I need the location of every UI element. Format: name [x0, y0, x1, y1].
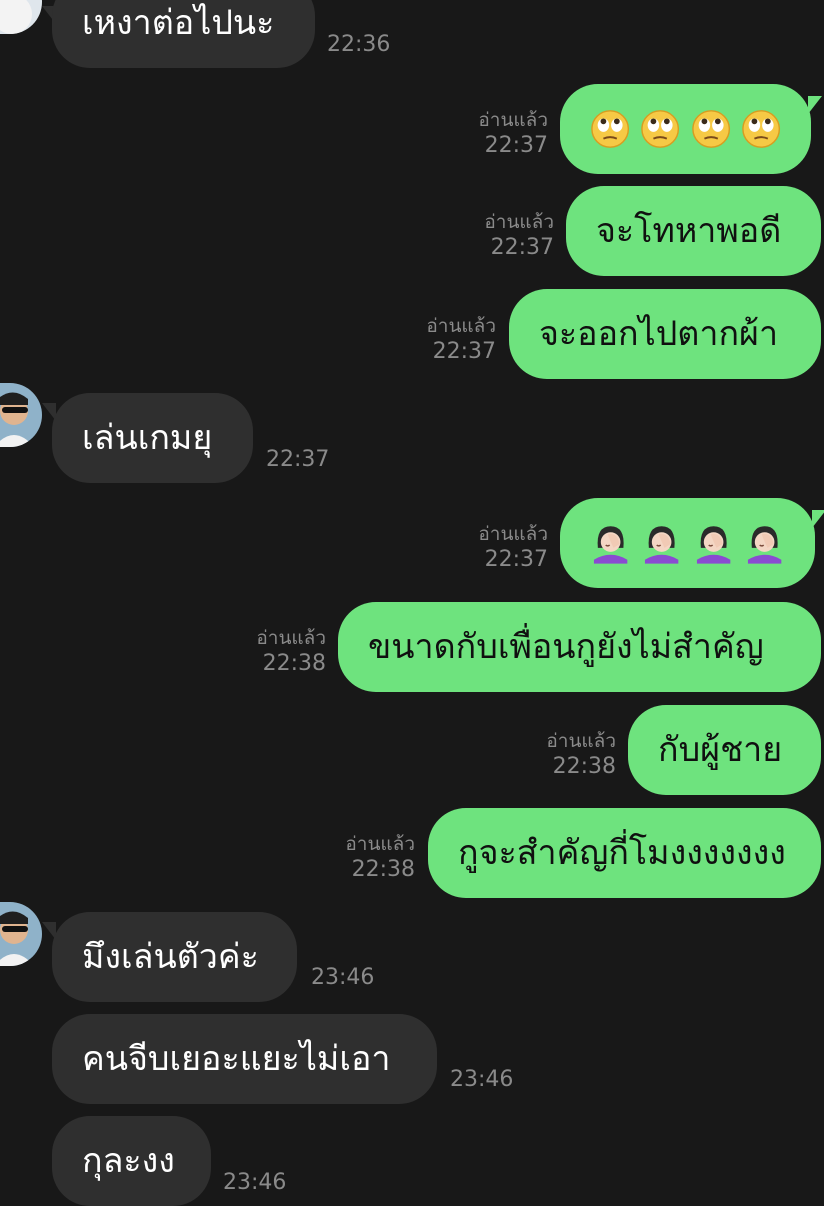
incoming-message-bubble[interactable]: เล่นเกมยุ: [52, 393, 253, 483]
message-meta: อ่านแล้ว 22:38: [496, 729, 616, 781]
message-time: 22:37: [490, 235, 554, 260]
face-with-rolling-eyes-icon: [691, 110, 730, 148]
emoji-group: [590, 84, 781, 174]
face-with-rolling-eyes-icon: [741, 110, 780, 148]
message-text: กูจะสำคัญกี่โมงงงงงงง: [458, 833, 786, 873]
woman-facepalming-icon: [696, 526, 730, 564]
incoming-message-bubble[interactable]: คนจีบเยอะแยะไม่เอา: [52, 1014, 437, 1104]
outgoing-emoji-bubble[interactable]: [560, 498, 815, 588]
message-meta: อ่านแล้ว 22:37: [428, 108, 548, 160]
message-text: กับผู้ชาย: [658, 730, 783, 770]
incoming-message-bubble[interactable]: กุละงง: [52, 1116, 211, 1206]
woman-facepalming-icon: [645, 526, 679, 564]
read-receipt: อ่านแล้ว: [256, 627, 326, 649]
message-time: 22:37: [484, 133, 548, 158]
read-receipt: อ่านแล้ว: [345, 833, 415, 855]
incoming-message-bubble[interactable]: มึงเล่นตัวค่ะ: [52, 912, 297, 1002]
message-meta: อ่านแล้ว 22:37: [376, 314, 496, 366]
message-text: เหงาต่อไปนะ: [82, 3, 275, 43]
message-time: 22:37: [484, 547, 548, 572]
outgoing-message-bubble[interactable]: จะโทหาพอดี: [566, 186, 821, 276]
read-receipt: อ่านแล้ว: [546, 730, 616, 752]
message-meta: อ่านแล้ว 22:38: [295, 832, 415, 884]
message-time: 22:36: [327, 32, 391, 57]
outgoing-message-bubble[interactable]: กับผู้ชาย: [628, 705, 821, 795]
face-with-rolling-eyes-icon: [591, 110, 630, 148]
message-time: 22:37: [266, 447, 330, 472]
bubble-tail: [812, 510, 824, 528]
message-text: จะออกไปตากผ้า: [539, 314, 779, 354]
message-time: 23:46: [311, 965, 375, 990]
contact-avatar[interactable]: [0, 902, 42, 966]
message-time: 23:46: [223, 1170, 287, 1195]
message-text: กุละงง: [82, 1141, 175, 1181]
message-time: 22:38: [552, 754, 616, 779]
contact-avatar[interactable]: [0, 0, 42, 34]
read-receipt: อ่านแล้ว: [478, 523, 548, 545]
outgoing-emoji-bubble[interactable]: [560, 84, 811, 174]
message-time: 23:46: [450, 1067, 514, 1092]
message-text: ขนาดกับเพื่อนกูยังไม่สำคัญ: [368, 627, 764, 667]
message-time: 22:37: [432, 339, 496, 364]
face-with-rolling-eyes-icon: [641, 110, 680, 148]
message-text: คนจีบเยอะแยะไม่เอา: [82, 1039, 391, 1079]
contact-avatar[interactable]: [0, 383, 42, 447]
emoji-group: [590, 498, 785, 588]
outgoing-message-bubble[interactable]: ขนาดกับเพื่อนกูยังไม่สำคัญ: [338, 602, 821, 692]
chat-screen[interactable]: เหงาต่อไปนะ 22:36 อ่านแล้ว 22:37 อ่านแล้…: [0, 0, 824, 1206]
message-time: 22:38: [262, 651, 326, 676]
read-receipt: อ่านแล้ว: [484, 211, 554, 233]
woman-facepalming-icon: [593, 526, 628, 564]
read-receipt: อ่านแล้ว: [426, 315, 496, 337]
message-time: 22:38: [351, 857, 415, 882]
message-text: มึงเล่นตัวค่ะ: [82, 937, 259, 977]
message-meta: อ่านแล้ว 22:37: [428, 522, 548, 574]
message-text: จะโทหาพอดี: [596, 211, 782, 251]
outgoing-message-bubble[interactable]: กูจะสำคัญกี่โมงงงงงงง: [428, 808, 821, 898]
woman-facepalming-icon: [747, 526, 782, 564]
message-text: เล่นเกมยุ: [82, 418, 213, 458]
outgoing-message-bubble[interactable]: จะออกไปตากผ้า: [509, 289, 821, 379]
message-meta: อ่านแล้ว 22:38: [206, 626, 326, 678]
read-receipt: อ่านแล้ว: [478, 109, 548, 131]
bubble-tail: [808, 96, 822, 114]
message-meta: อ่านแล้ว 22:37: [434, 210, 554, 262]
incoming-message-bubble[interactable]: เหงาต่อไปนะ: [52, 0, 315, 68]
